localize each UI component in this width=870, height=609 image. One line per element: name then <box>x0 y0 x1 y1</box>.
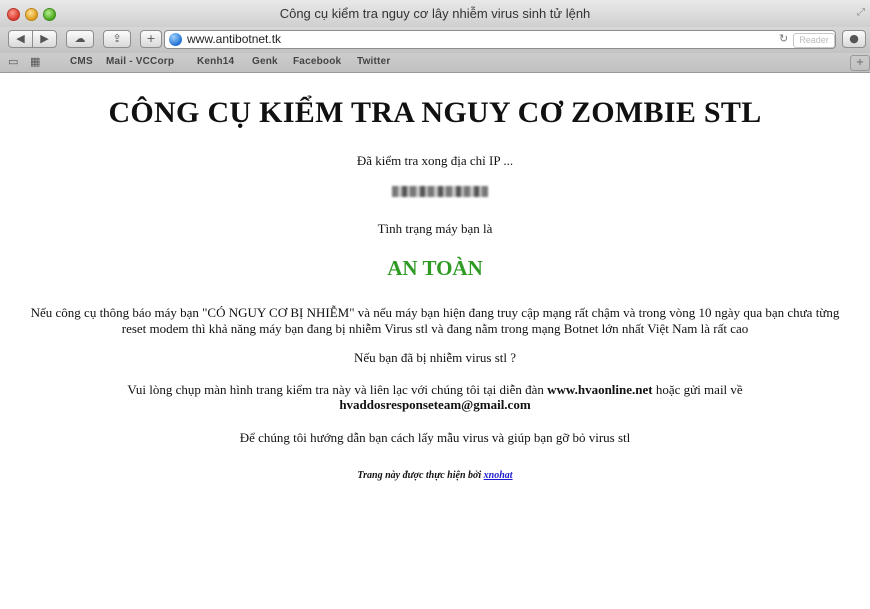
zoom-window-button[interactable] <box>43 8 56 21</box>
browser-toolbar: ◀ ▶ ☁ ⇪ + www.antibotnet.tk ↻ Reader ● <box>0 27 870 53</box>
bookmark-kenh14[interactable]: Kenh14 <box>197 56 234 67</box>
blurred-ip-address <box>392 186 488 197</box>
bookmark-facebook[interactable]: Facebook <box>293 56 341 67</box>
forward-button[interactable]: ▶ <box>32 30 57 48</box>
fullscreen-icon[interactable]: ⤢ <box>857 7 867 19</box>
reading-list-icon[interactable]: ▭ <box>8 55 18 68</box>
contact-paragraph: Vui lòng chụp màn hình trang kiểm tra nà… <box>30 382 840 412</box>
add-bookmark-plus-icon[interactable]: + <box>850 55 870 71</box>
address-bar[interactable]: www.antibotnet.tk ↻ Reader <box>164 30 836 49</box>
window-title: Công cụ kiểm tra nguy cơ lây nhiễm virus… <box>279 6 591 21</box>
bookmark-twitter[interactable]: Twitter <box>357 56 390 67</box>
guide-text: Để chúng tôi hướng dẫn bạn cách lấy mẫu … <box>239 430 631 445</box>
warning-paragraph: Nếu công cụ thông báo máy bạn "CÓ NGUY C… <box>30 305 840 336</box>
bookmark-cms[interactable]: CMS <box>70 56 93 67</box>
add-bookmark-button[interactable]: + <box>140 30 162 48</box>
downloads-button[interactable]: ● <box>842 30 866 48</box>
credit-text: Trang này được thực hiện bởi <box>357 470 482 481</box>
browser-window: Công cụ kiểm tra nguy cơ lây nhiễm virus… <box>0 0 870 609</box>
cloud-icon: ☁ <box>74 32 86 45</box>
reload-icon[interactable]: ↻ <box>779 32 788 45</box>
bookmark-genk[interactable]: Genk <box>252 56 278 67</box>
minimize-window-button[interactable] <box>25 8 38 21</box>
page-content: CÔNG CỤ KIỂM TRA NGUY CƠ ZOMBIE STL Đã k… <box>0 73 870 609</box>
contact-email: hvaddosresponseteam@gmail.com <box>339 397 531 412</box>
title-bar: Công cụ kiểm tra nguy cơ lây nhiễm virus… <box>0 0 870 28</box>
contact-prefix-text: Vui lòng chụp màn hình trang kiểm tra nà… <box>127 382 544 397</box>
reader-button[interactable]: Reader <box>793 33 835 48</box>
author-link[interactable]: xnohat <box>484 470 513 481</box>
credit-line: Trang này được thực hiện bởi xnohat <box>0 470 870 481</box>
forum-site: www.hvaonline.net <box>547 382 653 397</box>
contact-middle-text: hoặc gửi mail về <box>655 382 743 397</box>
page-heading: CÔNG CỤ KIỂM TRA NGUY CƠ ZOMBIE STL <box>108 96 762 129</box>
machine-status-label: Tình trạng máy bạn là <box>377 221 493 236</box>
icloud-tabs-button[interactable]: ☁ <box>66 30 94 48</box>
bookmarks-bar: ▭ ▦ CMS Mail - VCCorp Kenh14 Genk Facebo… <box>0 53 870 73</box>
share-button[interactable]: ⇪ <box>103 30 131 48</box>
checked-ip-text: Đã kiểm tra xong địa chỉ IP ... <box>356 153 514 168</box>
bookmark-mail-vccorp[interactable]: Mail - VCCorp <box>106 56 174 67</box>
back-button[interactable]: ◀ <box>8 30 33 48</box>
top-sites-icon[interactable]: ▦ <box>30 55 40 68</box>
status-result: AN TOÀN <box>387 256 483 280</box>
infection-question: Nếu bạn đã bị nhiễm virus stl ? <box>353 350 517 365</box>
circle-icon: ● <box>849 32 859 45</box>
url-text[interactable]: www.antibotnet.tk <box>187 32 281 46</box>
forward-arrow-icon: ▶ <box>40 32 49 45</box>
globe-icon <box>169 33 182 46</box>
back-arrow-icon: ◀ <box>16 32 25 45</box>
close-window-button[interactable] <box>7 8 20 21</box>
plus-icon: + <box>146 32 156 45</box>
share-icon: ⇪ <box>112 32 122 45</box>
